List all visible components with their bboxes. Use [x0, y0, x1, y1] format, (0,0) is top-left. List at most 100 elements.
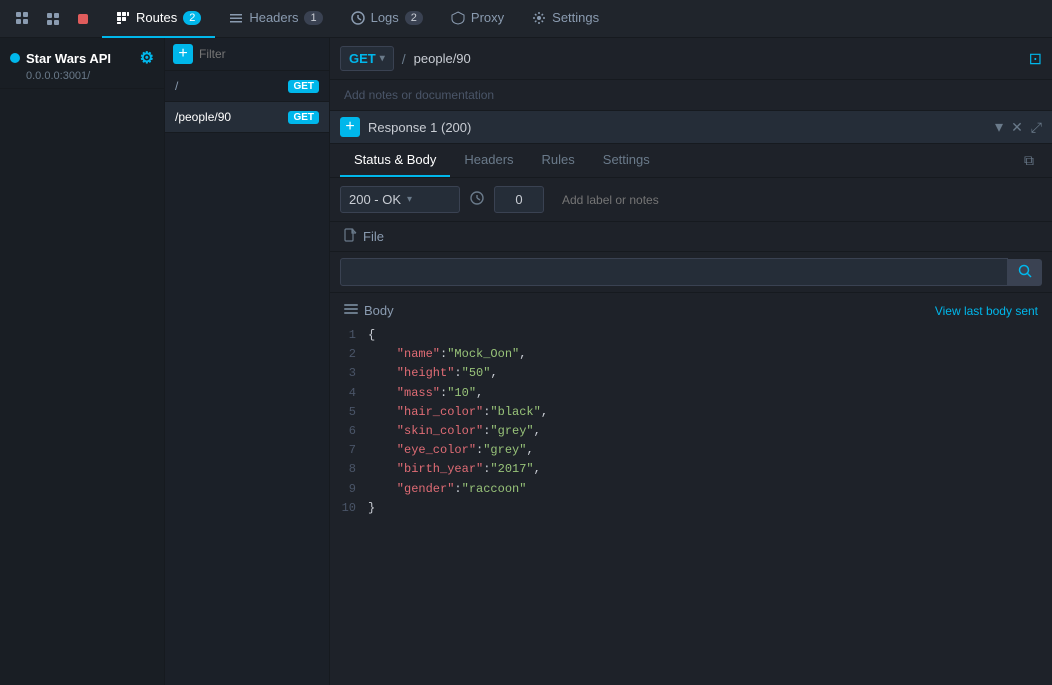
line-num-8: 8: [340, 460, 368, 479]
method-select[interactable]: GET ▾: [340, 46, 394, 71]
method-chevron-icon: ▾: [380, 53, 385, 64]
external-link-icon[interactable]: ⊡: [1029, 49, 1042, 69]
method-label: GET: [349, 51, 376, 66]
response-title: Response 1 (200): [368, 120, 987, 135]
tab-routes[interactable]: Routes 2: [102, 0, 215, 38]
sidebar: Star Wars API ⚙ 0.0.0.0:3001/: [0, 38, 165, 685]
json-key-4: "mass": [368, 384, 440, 403]
route-item-people[interactable]: /people/90 GET: [165, 102, 329, 133]
line-num-9: 9: [340, 480, 368, 499]
status-code-label: 200 - OK: [349, 192, 401, 207]
status-code-select[interactable]: 200 - OK ▾: [340, 186, 460, 213]
nav-icon-2[interactable]: [44, 10, 62, 28]
clock-icon: [470, 191, 484, 208]
url-input[interactable]: [414, 51, 1021, 66]
top-nav-icons: [4, 10, 102, 28]
routes-filter-bar: +: [165, 38, 329, 71]
tab-headers-label: Headers: [464, 152, 513, 167]
maximize-response-button[interactable]: ⤢: [1031, 117, 1042, 137]
main-layout: Star Wars API ⚙ 0.0.0.0:3001/ + / GET /p…: [0, 38, 1052, 685]
json-key-2: "name": [368, 345, 440, 364]
sidebar-header: Star Wars API ⚙ 0.0.0.0:3001/: [0, 38, 164, 89]
url-bar: GET ▾ / ⊡: [330, 38, 1052, 80]
tab-logs[interactable]: Logs 2: [337, 0, 437, 38]
code-line-9: 9 "gender" : "raccoon": [340, 480, 1042, 499]
sidebar-host: 0.0.0.0:3001/: [10, 70, 154, 82]
route-badge-root: GET: [288, 80, 319, 93]
top-nav: Routes 2 Headers 1 Logs 2 Proxy: [0, 0, 1052, 38]
nav-icon-1[interactable]: [14, 10, 32, 28]
content-area: GET ▾ / ⊡ Add notes or documentation + R…: [330, 38, 1052, 685]
url-slash: /: [402, 51, 406, 67]
line-num-4: 4: [340, 384, 368, 403]
response-header: + Response 1 (200) ▾ ✕ ⤢: [330, 111, 1052, 144]
json-key-5: "hair_color": [368, 403, 483, 422]
tab-proxy-label: Proxy: [471, 10, 504, 25]
add-response-button[interactable]: +: [340, 117, 360, 137]
code-line-1: 1 {: [340, 326, 1042, 345]
notes-bar[interactable]: Add notes or documentation: [330, 80, 1052, 111]
sidebar-settings-icon[interactable]: ⚙: [140, 48, 154, 68]
json-key-8: "birth_year": [368, 460, 483, 479]
tab-bar: Status & Body Headers Rules Settings ⧉: [330, 144, 1052, 178]
routes-panel: + / GET /people/90 GET: [165, 38, 330, 685]
tab-settings[interactable]: Settings: [518, 0, 613, 38]
tab-status-body[interactable]: Status & Body: [340, 144, 450, 177]
json-value-2: "Mock_Oon": [447, 345, 519, 364]
status-chevron-icon: ▾: [407, 194, 412, 205]
code-content-1: {: [368, 326, 375, 345]
tab-status-body-label: Status & Body: [354, 152, 436, 167]
code-line-2: 2 "name" : "Mock_Oon" ,: [340, 345, 1042, 364]
code-line-8: 8 "birth_year" : "2017" ,: [340, 460, 1042, 479]
file-icon: [344, 228, 357, 245]
status-dot: [10, 53, 20, 63]
line-num-1: 1: [340, 326, 368, 345]
body-section: Body View last body sent 1 { 2 "name" : …: [330, 293, 1052, 685]
route-badge-people: GET: [288, 111, 319, 124]
response-chevron-icon[interactable]: ▾: [995, 117, 1003, 137]
tab-rules[interactable]: Rules: [528, 144, 589, 177]
add-route-button[interactable]: +: [173, 44, 193, 64]
close-response-button[interactable]: ✕: [1011, 117, 1023, 137]
tab-logs-label: Logs: [371, 10, 399, 25]
code-line-7: 7 "eye_color" : "grey" ,: [340, 441, 1042, 460]
code-line-3: 3 "height" : "50" ,: [340, 364, 1042, 383]
copy-icon[interactable]: ⧉: [1016, 144, 1042, 177]
json-key-7: "eye_color": [368, 441, 476, 460]
delay-input[interactable]: [494, 186, 544, 213]
json-value-5: "black": [490, 403, 540, 422]
nav-icon-stop[interactable]: [74, 10, 92, 28]
json-value-8: "2017": [490, 460, 533, 479]
code-editor[interactable]: 1 { 2 "name" : "Mock_Oon" , 3 "height" :: [330, 326, 1052, 518]
line-num-5: 5: [340, 403, 368, 422]
tab-headers-label: Headers: [249, 10, 298, 25]
code-content-10: }: [368, 499, 375, 518]
tab-headers[interactable]: Headers: [450, 144, 527, 177]
json-key-3: "height": [368, 364, 454, 383]
tab-proxy[interactable]: Proxy: [437, 0, 518, 38]
tab-headers-badge: 1: [304, 11, 322, 25]
label-input[interactable]: [554, 188, 1042, 212]
tab-settings-label: Settings: [603, 152, 650, 167]
code-line-6: 6 "skin_color" : "grey" ,: [340, 422, 1042, 441]
json-value-9: "raccoon": [462, 480, 527, 499]
line-num-2: 2: [340, 345, 368, 364]
tab-headers[interactable]: Headers 1: [215, 0, 336, 38]
view-last-body-link[interactable]: View last body sent: [935, 304, 1038, 318]
filter-input[interactable]: [199, 47, 321, 61]
body-label: Body: [364, 303, 394, 318]
file-input-box[interactable]: [340, 258, 1008, 286]
tab-settings-label: Settings: [552, 10, 599, 25]
json-key-6: "skin_color": [368, 422, 483, 441]
file-search-button[interactable]: [1008, 259, 1042, 286]
file-input-row: [330, 252, 1052, 293]
body-icon: [344, 303, 358, 318]
route-path-people: /people/90: [175, 110, 231, 124]
route-item-root[interactable]: / GET: [165, 71, 329, 102]
line-num-10: 10: [340, 499, 368, 518]
sidebar-app-name: Star Wars API ⚙: [10, 48, 154, 68]
json-value-6: "grey": [490, 422, 533, 441]
status-row: 200 - OK ▾: [330, 178, 1052, 222]
tab-settings[interactable]: Settings: [589, 144, 664, 177]
notes-placeholder: Add notes or documentation: [344, 88, 494, 102]
